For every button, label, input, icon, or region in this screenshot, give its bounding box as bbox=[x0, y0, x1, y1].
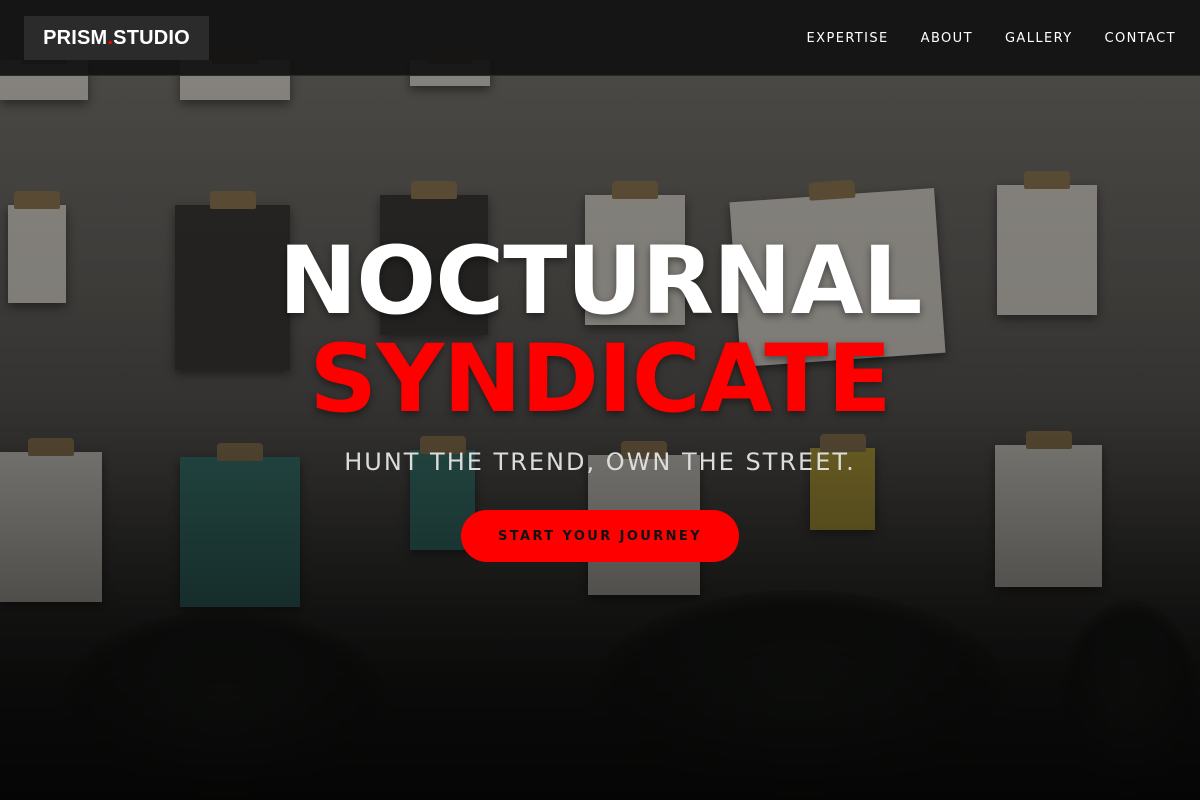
hero-tagline: HUNT THE TREND, OWN THE STREET. bbox=[344, 448, 856, 476]
landing-page: PRISM. STUDIO EXPERTISE ABOUT GALLERY CON… bbox=[0, 0, 1200, 800]
hero-title-line2: SYNDICATE bbox=[309, 325, 891, 434]
hero-title-line1: NOCTURNAL bbox=[278, 227, 923, 336]
hero-section: NOCTURNAL SYNDICATE HUNT THE TREND, OWN … bbox=[0, 0, 1200, 800]
start-journey-button[interactable]: START YOUR JOURNEY bbox=[461, 510, 739, 562]
